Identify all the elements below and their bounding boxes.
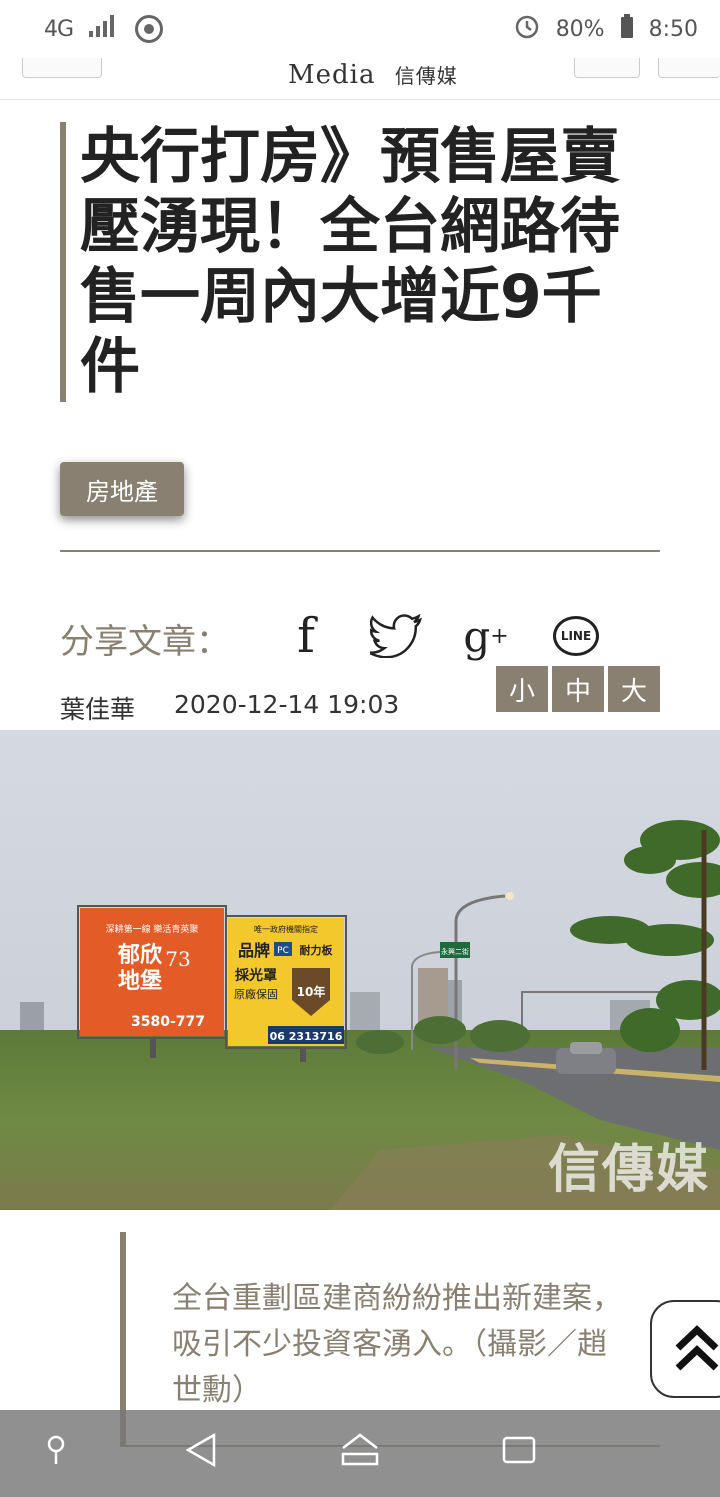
road-sign: 永興二街	[441, 947, 469, 956]
video-button[interactable]	[574, 58, 640, 78]
site-logo-text: Media	[288, 60, 376, 90]
font-size-small-button[interactable]: 小	[496, 666, 548, 712]
menu-button[interactable]	[22, 58, 102, 78]
battery-level: 80%	[555, 16, 605, 42]
search-button[interactable]	[658, 58, 720, 78]
recent-apps-icon[interactable]	[500, 1432, 538, 1472]
font-size-medium-button[interactable]: 中	[552, 666, 604, 712]
facebook-icon[interactable]: f	[276, 608, 336, 664]
site-header: Media 信傳媒	[0, 58, 720, 100]
billboard-right-line-7: 10年	[297, 984, 326, 999]
billboard-left-line-5: 3580-777	[131, 1014, 205, 1030]
billboard-right-line-6: 原廠保固	[234, 987, 278, 1001]
billboard-left-line-2: 郁欣	[117, 942, 162, 968]
photo-caption: 全台重劃區建商紛紛推出新建案，吸引不少投資客湧入。（攝影／趙世勳）	[172, 1281, 622, 1408]
billboard-right-line-3: PC	[277, 946, 289, 956]
article-title-block: 央行打房》預售屋賣壓湧現！全台網路待售一周內大增近9千件	[60, 122, 660, 402]
author[interactable]: 葉佳華	[60, 690, 135, 726]
billboard-right-line-8: 06 2313716	[270, 1030, 343, 1043]
billboard-right-line-1: 唯一政府機關指定	[254, 924, 318, 934]
billboard-right-line-4: 耐力板	[300, 943, 334, 957]
billboard-right-line-2: 品牌	[238, 941, 270, 960]
category-badge[interactable]: 房地產	[60, 462, 184, 516]
scroll-to-top-button[interactable]	[650, 1300, 720, 1398]
pin-icon[interactable]	[44, 1432, 68, 1470]
clock: 8:50	[648, 16, 698, 42]
billboard-left-line-1: 深耕第一線 樂活青英聚	[106, 923, 199, 935]
article-title: 央行打房》預售屋賣壓湧現！全台網路待售一周內大增近9千件	[80, 122, 620, 402]
twitter-icon[interactable]	[366, 608, 426, 664]
publish-date: 2020-12-14 19:03	[174, 690, 400, 719]
network-indicator: 4G	[44, 16, 74, 42]
site-logo-cn: 信傳媒	[394, 64, 458, 88]
chrome-icon	[135, 15, 164, 43]
divider	[60, 550, 660, 552]
alarm-icon	[514, 13, 540, 45]
billboard-right-line-5: 採光罩	[235, 967, 277, 984]
back-icon[interactable]	[184, 1432, 218, 1472]
share-label: 分享文章：	[60, 622, 230, 662]
line-icon-label: LINE	[553, 616, 599, 656]
line-icon[interactable]: LINE	[546, 608, 606, 664]
signal-icon	[89, 15, 119, 43]
site-logo[interactable]: Media 信傳媒	[288, 60, 458, 90]
article-photo: 深耕第一線 樂活青英聚 郁欣 73 地堡 3580-777 唯一政府機關指定 品…	[0, 730, 720, 1210]
home-icon[interactable]	[340, 1432, 380, 1472]
navigation-bar	[0, 1410, 720, 1497]
status-bar: 4G 80% 8:50	[0, 0, 720, 58]
font-size-large-button[interactable]: 大	[608, 666, 660, 712]
double-chevron-up-icon	[675, 1325, 719, 1371]
google-plus-icon[interactable]: g +	[456, 608, 516, 664]
battery-icon	[620, 14, 633, 44]
photo-watermark: 信傳媒	[547, 1139, 710, 1200]
billboard-left-line-4: 地堡	[118, 968, 162, 994]
billboard-left-line-3: 73	[165, 947, 190, 971]
